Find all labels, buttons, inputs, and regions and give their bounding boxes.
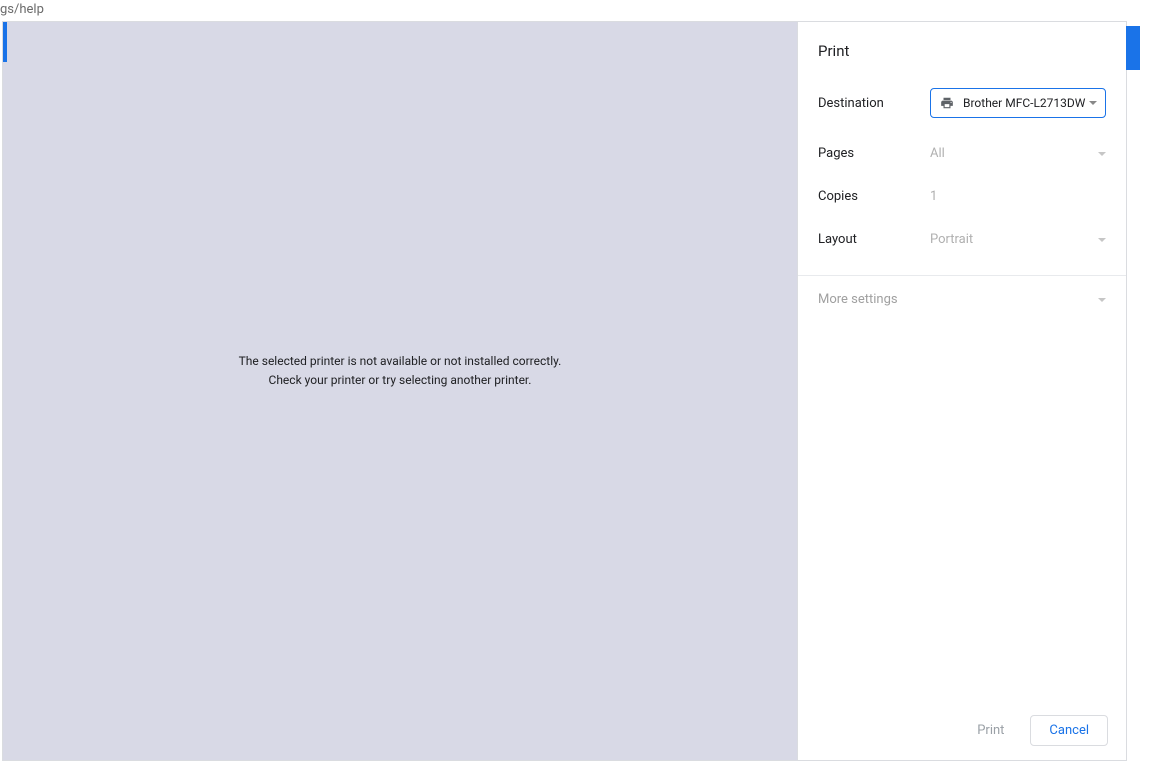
destination-select[interactable]: Brother MFC-L2713DW	[930, 88, 1106, 118]
dialog-title: Print	[818, 42, 1106, 60]
printer-icon	[939, 96, 955, 110]
layout-label: Layout	[818, 232, 930, 247]
chevron-down-icon	[1089, 101, 1097, 105]
print-dialog: The selected printer is not available or…	[2, 21, 1127, 761]
row-layout: Layout Portrait	[818, 232, 1106, 247]
url-fragment: gs/help	[0, 0, 1149, 21]
pages-value: All	[930, 146, 1098, 161]
row-copies: Copies 1	[818, 189, 1106, 204]
layout-select[interactable]: Portrait	[930, 232, 1106, 247]
more-settings-label: More settings	[818, 292, 898, 307]
destination-value: Brother MFC-L2713DW	[963, 96, 1089, 110]
copies-input[interactable]: 1	[930, 189, 1106, 204]
print-settings-pane: Print Destination Brother MFC-L2713DW Pa…	[798, 22, 1126, 760]
more-settings-toggle[interactable]: More settings	[818, 276, 1106, 323]
background-accent-right	[1126, 26, 1140, 70]
chevron-down-icon	[1098, 298, 1106, 302]
dialog-footer: Print Cancel	[798, 701, 1126, 760]
pages-label: Pages	[818, 146, 930, 161]
pages-select[interactable]: All	[930, 146, 1106, 161]
chevron-down-icon	[1098, 238, 1106, 242]
chevron-down-icon	[1098, 152, 1106, 156]
row-pages: Pages All	[818, 146, 1106, 161]
copies-label: Copies	[818, 189, 930, 204]
preview-error-line1: The selected printer is not available or…	[239, 352, 562, 371]
print-button[interactable]: Print	[969, 717, 1012, 744]
destination-label: Destination	[818, 96, 930, 111]
cancel-button[interactable]: Cancel	[1030, 715, 1108, 746]
layout-value: Portrait	[930, 232, 1098, 247]
row-destination: Destination Brother MFC-L2713DW	[818, 88, 1106, 118]
print-preview-pane: The selected printer is not available or…	[3, 22, 798, 760]
preview-error-line2: Check your printer or try selecting anot…	[239, 371, 562, 390]
preview-error-message: The selected printer is not available or…	[239, 352, 562, 390]
background-accent-left	[3, 22, 7, 62]
copies-value: 1	[930, 189, 937, 204]
